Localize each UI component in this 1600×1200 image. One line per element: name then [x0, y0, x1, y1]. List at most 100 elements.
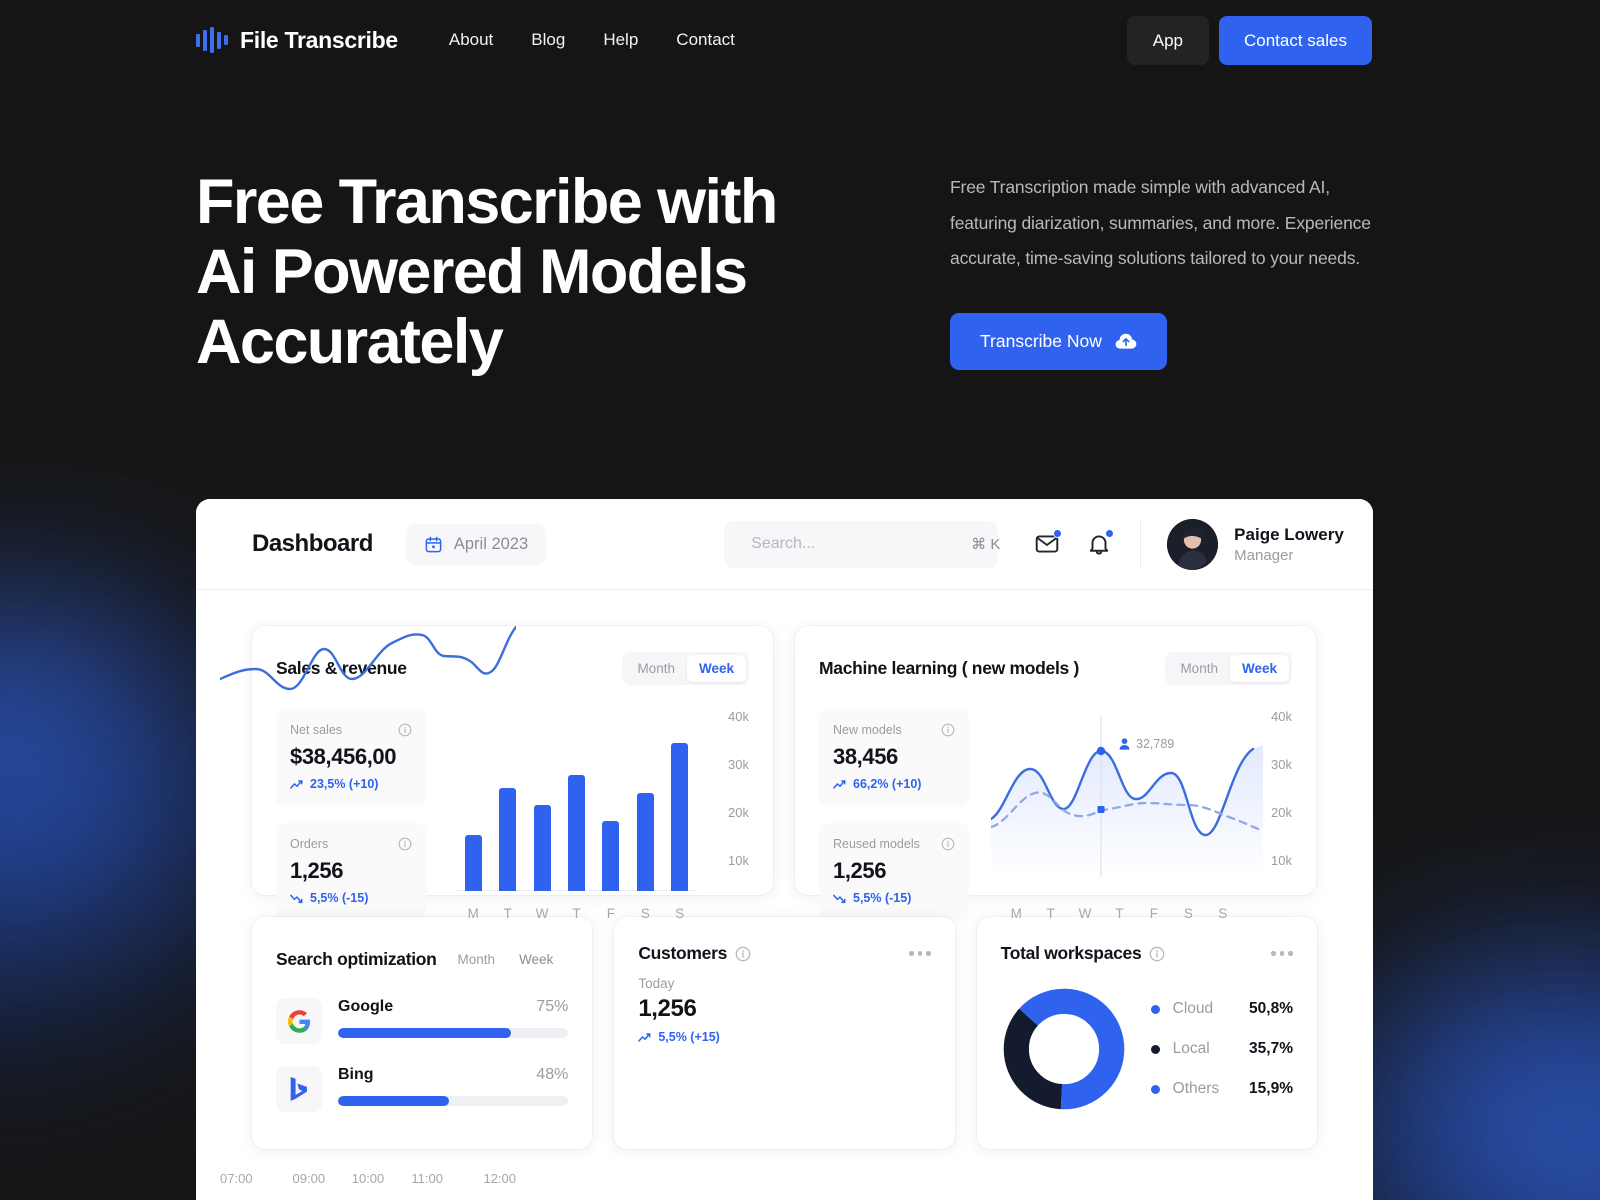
- workspaces-legend: Cloud 50,8% Local 35,7% Others 15,9%: [1150, 1000, 1293, 1098]
- trend-up-icon: [290, 779, 303, 789]
- contact-sales-button[interactable]: Contact sales: [1219, 15, 1372, 65]
- search-bar[interactable]: ⌘ K: [724, 520, 1000, 568]
- sales-y-axis: 40k 30k 20k 10k: [709, 709, 749, 921]
- sales-bar-col: [663, 725, 697, 891]
- sales-bar-thu[interactable]: [567, 774, 585, 891]
- customers-today-label: Today: [638, 976, 675, 991]
- date-picker[interactable]: April 2023: [405, 523, 547, 565]
- customers-xtick-0: 07:00: [220, 1171, 253, 1186]
- brand-logo[interactable]: File Transcribe: [196, 27, 398, 54]
- sales-bar-wed[interactable]: [533, 804, 551, 891]
- nav-link-about[interactable]: About: [449, 30, 493, 50]
- nav-link-contact[interactable]: Contact: [676, 30, 735, 50]
- sales-bar-col: [456, 725, 490, 891]
- ml-xtick-1: T: [1046, 906, 1055, 921]
- sales-bar-col: [594, 725, 628, 891]
- sales-bar-tue[interactable]: [499, 788, 517, 891]
- trend-down-icon: [833, 894, 846, 903]
- sales-bar-col: [490, 725, 524, 891]
- legend-dot-others: [1150, 1084, 1160, 1094]
- machine-learning-card: Machine learning ( new models ) Month We…: [795, 626, 1316, 921]
- sales-bar-col: [559, 725, 593, 891]
- sales-bar-mon[interactable]: [464, 834, 482, 891]
- customers-delta: 5,5% (+15): [638, 1030, 930, 1044]
- more-horizontal-icon[interactable]: [909, 951, 931, 956]
- bing-progress-track: [338, 1096, 569, 1106]
- top-navigation-bar: File Transcribe About Blog Help Contact …: [0, 0, 1600, 80]
- net-sales-stat-header: Net sales: [290, 723, 412, 737]
- dashboard-body: Sales & revenue Month Week Net sales $38…: [196, 590, 1373, 1186]
- sales-bar-fri[interactable]: [602, 821, 620, 891]
- orders-delta-label: 5,5% (-15): [310, 891, 369, 905]
- info-icon[interactable]: [398, 837, 412, 851]
- ml-point-low[interactable]: [1097, 806, 1105, 813]
- list-item: Bing 48%: [276, 1066, 569, 1112]
- ml-xtick-3: T: [1115, 906, 1124, 921]
- profile-menu[interactable]: Paige Lowery Manager: [1167, 518, 1344, 570]
- search-input[interactable]: [751, 535, 959, 553]
- customers-header: Customers: [638, 943, 931, 964]
- info-icon[interactable]: [941, 837, 955, 851]
- info-icon[interactable]: [941, 723, 955, 737]
- mail-button[interactable]: [1034, 529, 1063, 557]
- notifications-button[interactable]: [1086, 529, 1115, 557]
- ml-xtick-5: S: [1183, 906, 1193, 921]
- more-horizontal-icon[interactable]: [1271, 951, 1293, 956]
- donut-slice-others[interactable]: [1003, 988, 1124, 1110]
- info-icon[interactable]: [1149, 946, 1165, 962]
- sales-xtick-4: F: [606, 906, 616, 921]
- info-icon[interactable]: [735, 946, 751, 962]
- legend-item-local: Local 35,7%: [1150, 1040, 1293, 1058]
- customers-xtick-2: 10:00: [351, 1171, 385, 1186]
- ml-range-week[interactable]: Week: [1229, 655, 1289, 682]
- net-sales-delta-label: 23,5% (+10): [310, 777, 379, 791]
- net-sales-value: $38,456,00: [290, 744, 397, 769]
- search-opt-header: Search optimization Month Week: [276, 943, 568, 976]
- sales-bar-sat[interactable]: [636, 793, 654, 891]
- bing-progress-fill: [338, 1096, 449, 1106]
- profile-name: Paige Lowery: [1234, 524, 1344, 544]
- ml-point-high[interactable]: [1096, 746, 1106, 756]
- sales-bars: [456, 725, 697, 891]
- google-row-header: Google 75%: [338, 998, 568, 1016]
- search-opt-range-week[interactable]: Week: [507, 946, 566, 973]
- ml-range-month[interactable]: Month: [1168, 655, 1230, 682]
- sales-bar-sun[interactable]: [671, 743, 689, 891]
- app-button[interactable]: App: [1126, 15, 1209, 65]
- info-icon[interactable]: [398, 723, 412, 737]
- nav-links: About Blog Help Contact: [449, 30, 735, 50]
- ml-card-body: New models 38,456 66,2% (+10) Reused mod…: [819, 709, 1292, 921]
- transcribe-now-label: Transcribe Now: [980, 330, 1102, 351]
- sales-range-toggle: Month Week: [622, 652, 749, 685]
- search-opt-range-toggle: Month Week: [443, 943, 569, 976]
- cloud-upload-icon: [1115, 333, 1137, 349]
- legend-label-cloud: Cloud: [1172, 1000, 1214, 1017]
- ml-line-chart: 40k 30k 20k 10k 32,789 M T W T F S S: [991, 709, 1292, 921]
- hero-heading-line-2: Ai Powered Models: [196, 236, 748, 307]
- new-models-label: New models: [833, 723, 902, 737]
- sales-ytick-30k: 30k: [728, 757, 749, 772]
- customers-line-chart: [220, 625, 516, 691]
- ml-xtick-6: S: [1218, 906, 1228, 921]
- sales-range-month[interactable]: Month: [625, 655, 687, 682]
- profile-text: Paige Lowery Manager: [1234, 525, 1344, 564]
- new-models-stat: New models 38,456 66,2% (+10): [819, 709, 969, 807]
- hero-heading-line-1: Free Transcribe with: [196, 167, 778, 237]
- customers-xtick-3: 11:00: [411, 1171, 443, 1186]
- customers-series-line: [220, 625, 516, 691]
- google-row: Google 75%: [338, 998, 569, 1038]
- ml-tooltip: 32,789: [1119, 737, 1174, 751]
- notifications-unread-badge: [1105, 529, 1115, 538]
- date-label: April 2023: [453, 534, 529, 553]
- trend-up-icon: [638, 1032, 651, 1042]
- transcribe-now-button[interactable]: Transcribe Now: [950, 312, 1167, 370]
- sales-range-week[interactable]: Week: [686, 655, 746, 682]
- new-models-stat-header: New models: [833, 723, 955, 737]
- ml-xtick-4: F: [1149, 906, 1159, 921]
- nav-link-blog[interactable]: Blog: [531, 30, 565, 50]
- workspaces-title: Total workspaces: [1000, 943, 1142, 963]
- workspaces-body: Cloud 50,8% Local 35,7% Others 15,9%: [1001, 986, 1293, 1112]
- search-opt-range-month[interactable]: Month: [446, 946, 508, 973]
- nav-link-help[interactable]: Help: [603, 30, 638, 50]
- legend-dot-cloud: [1150, 1004, 1160, 1014]
